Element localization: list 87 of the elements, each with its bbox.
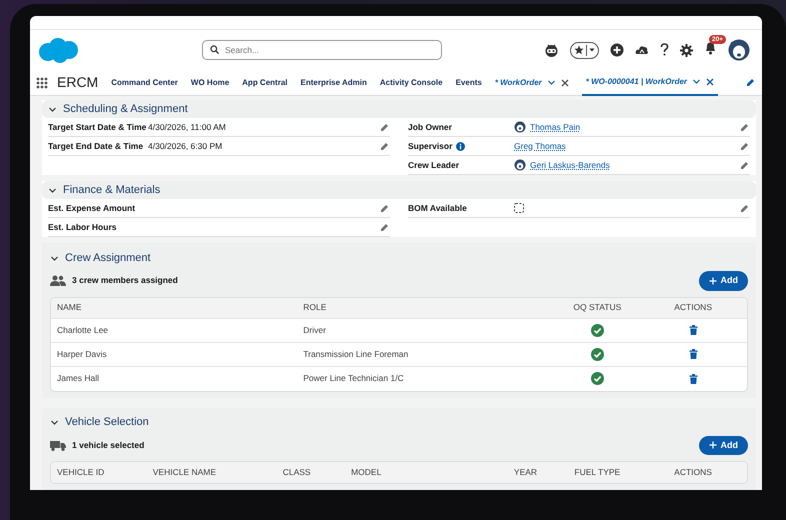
field-label: Est. Labor Hours xyxy=(48,220,116,234)
section-header[interactable]: Finance & Materials xyxy=(42,181,756,199)
caret-icon xyxy=(589,47,595,53)
chevron-icon[interactable] xyxy=(546,78,556,87)
section-header[interactable]: Vehicle Selection xyxy=(50,414,748,432)
add-button[interactable]: Add xyxy=(698,436,748,455)
workspace-tab[interactable]: * WorkOrder xyxy=(494,70,569,96)
search-field[interactable]: Search... xyxy=(202,40,442,60)
notification-bell-icon[interactable] xyxy=(704,40,717,55)
nav-link[interactable]: Enterprise Admin xyxy=(300,76,367,88)
column-header: FUEL TYPE xyxy=(573,466,622,479)
field-value: 4/30/2026, 6:30 PM xyxy=(148,140,222,152)
info-icon[interactable] xyxy=(456,142,466,150)
edit-icon[interactable] xyxy=(379,202,390,214)
column-header: VEHICLE NAME xyxy=(152,466,218,479)
section-header[interactable]: Crew Assignment xyxy=(50,249,748,267)
truck-icon xyxy=(50,440,66,451)
trash-icon[interactable] xyxy=(688,349,698,359)
table-cell-text: Transmission Line Foreman xyxy=(303,348,410,360)
column-header: OQ STATUS xyxy=(572,301,622,314)
checkbox[interactable] xyxy=(514,203,524,213)
field-label: Est. Expense Amount xyxy=(48,202,136,214)
close-icon[interactable] xyxy=(560,78,569,86)
star-icon xyxy=(574,45,584,55)
table-cell-text: Power Line Technician 1/C xyxy=(303,372,405,385)
plus-icon xyxy=(708,441,716,450)
column-header: ACTIONS xyxy=(673,466,713,479)
nav-link[interactable]: Events xyxy=(456,76,482,88)
nav-link[interactable]: App Central xyxy=(242,76,288,88)
help-icon[interactable] xyxy=(660,43,669,57)
table-cell-text: James Hall xyxy=(57,372,100,385)
field-label: Supervisor xyxy=(408,140,452,152)
chevron-icon xyxy=(48,186,57,194)
user-link[interactable]: Geri Laskus-Barends xyxy=(530,158,610,172)
nav-link[interactable]: Activity Console xyxy=(380,76,443,88)
field-value: 4/30/2026, 11:00 AM xyxy=(148,120,226,134)
column-header: VEHICLE ID xyxy=(57,466,106,479)
column-header: ACTIONS xyxy=(673,301,713,314)
plus-icon xyxy=(708,276,716,285)
column-header: YEAR xyxy=(512,466,538,479)
nav-link[interactable]: WO Home xyxy=(190,76,230,88)
trash-icon[interactable] xyxy=(688,325,698,335)
user-avatar-icon xyxy=(514,121,526,133)
summary-text: 1 vehicle selected xyxy=(72,438,144,452)
avatar-icon[interactable] xyxy=(728,39,750,61)
edit-icon[interactable] xyxy=(745,77,756,88)
column-header: NAME xyxy=(57,301,83,314)
column-header: MODEL xyxy=(351,466,382,479)
summary-text: 3 crew members assigned xyxy=(72,274,178,288)
app-launcher-icon[interactable] xyxy=(36,76,48,88)
edit-icon[interactable] xyxy=(379,222,390,232)
column-header: ROLE xyxy=(303,301,328,314)
field-label: Target Start Date & Time xyxy=(48,120,146,134)
cloud-icon[interactable] xyxy=(635,44,649,56)
trash-icon[interactable] xyxy=(688,374,698,384)
table-cell-text: Charlotte Lee xyxy=(57,324,110,336)
people-icon xyxy=(50,275,66,286)
robot-icon[interactable] xyxy=(544,43,559,57)
close-icon[interactable] xyxy=(706,78,714,86)
edit-icon[interactable] xyxy=(739,140,750,152)
chevron-icon[interactable] xyxy=(692,77,702,86)
favorites-button[interactable] xyxy=(570,42,599,58)
field-label: BOM Available xyxy=(408,202,467,214)
table-cell-text: Driver xyxy=(303,324,327,336)
nav-link[interactable]: Command Center xyxy=(111,76,178,88)
user-avatar-icon xyxy=(514,159,526,171)
user-link[interactable]: Thomas Pain xyxy=(530,120,580,134)
settings-icon[interactable] xyxy=(680,44,693,56)
field-label: Target End Date & Time xyxy=(48,140,144,152)
edit-icon[interactable] xyxy=(379,140,390,152)
user-link[interactable]: Greg Thomas xyxy=(514,140,566,152)
edit-icon[interactable] xyxy=(739,122,750,132)
app-name: ERCM xyxy=(57,73,98,92)
chevron-icon xyxy=(50,254,59,262)
edit-icon[interactable] xyxy=(739,160,750,170)
chevron-icon xyxy=(48,104,57,114)
chevron-icon xyxy=(50,418,59,427)
table-cell-text: Harper Davis xyxy=(57,348,108,360)
column-header: CLASS xyxy=(282,466,312,479)
edit-icon[interactable] xyxy=(739,202,750,214)
add-button[interactable]: Add xyxy=(698,271,748,290)
field-label: Job Owner xyxy=(408,120,452,134)
search-icon xyxy=(210,45,219,54)
section-header[interactable]: Scheduling & Assignment xyxy=(42,100,756,118)
edit-icon[interactable] xyxy=(379,122,390,132)
plus-icon[interactable] xyxy=(610,43,624,57)
field-label: Crew Leader xyxy=(408,158,460,172)
